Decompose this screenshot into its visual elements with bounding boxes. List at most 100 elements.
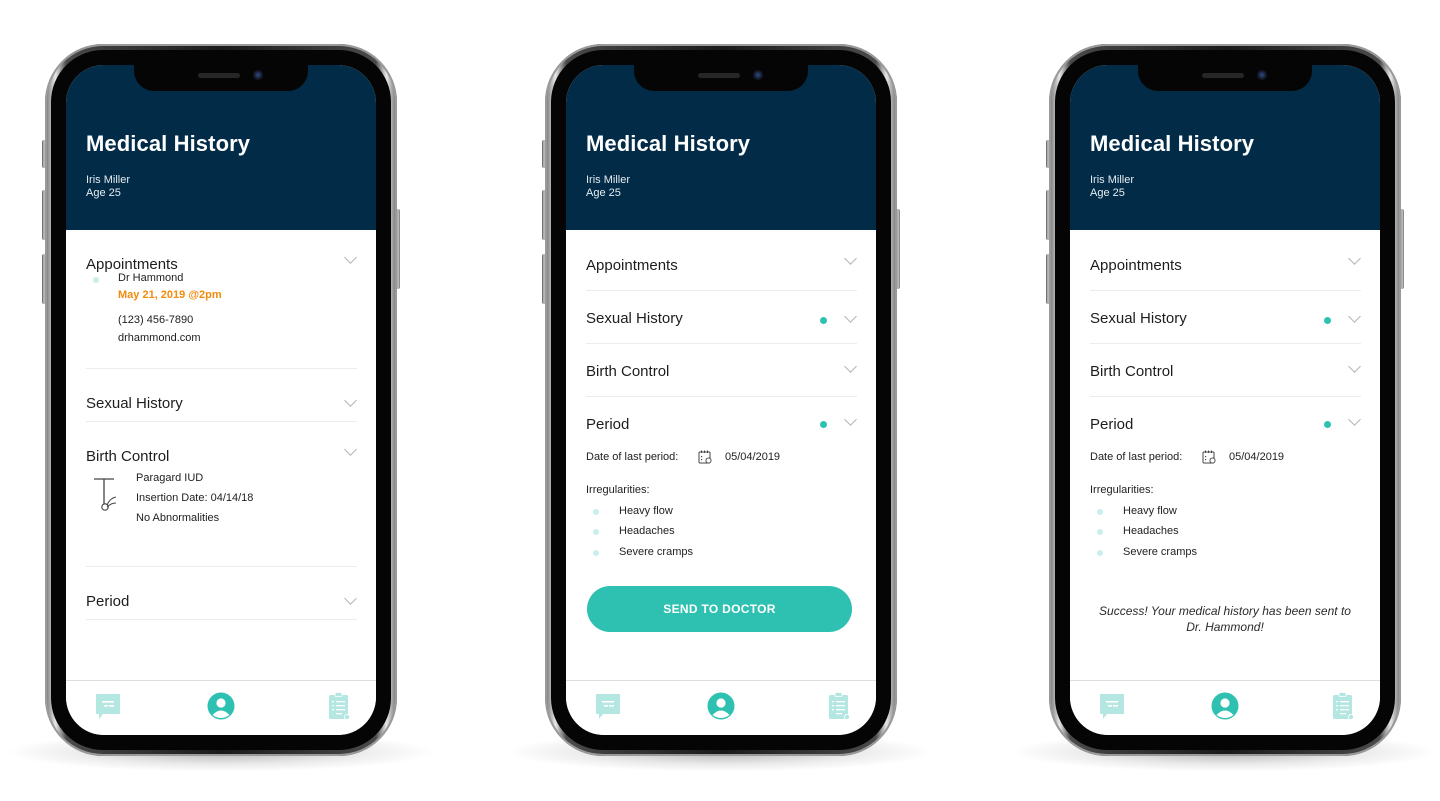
section-title: Period xyxy=(1090,416,1134,433)
patient-name: Iris Miller xyxy=(86,174,130,186)
tab-records[interactable] xyxy=(824,691,854,721)
section-header-period[interactable]: Period xyxy=(586,397,857,449)
page-title: Medical History xyxy=(1090,131,1255,156)
chevron-down-icon[interactable] xyxy=(345,448,355,458)
section-sexual-history: Sexual History xyxy=(586,291,857,344)
irregularities-label: Irregularities: xyxy=(586,484,650,496)
speaker xyxy=(198,73,240,78)
phone-mockup-1: Medical History Iris Miller Age 25 Appoi… xyxy=(5,44,437,772)
status-dot xyxy=(1324,317,1331,324)
section-appointments: Appointments xyxy=(1090,230,1361,291)
section-header-sexual-history[interactable]: Sexual History xyxy=(86,369,357,421)
calendar-icon[interactable] xyxy=(698,450,712,464)
section-header-period[interactable]: Period xyxy=(86,567,357,619)
section-title: Birth Control xyxy=(1090,363,1174,380)
chevron-down-icon[interactable] xyxy=(845,418,855,428)
appointment-doctor: Dr Hammond xyxy=(118,272,184,284)
chevron-down-icon[interactable] xyxy=(345,597,355,607)
calendar-icon[interactable] xyxy=(1202,450,1216,464)
section-title: Sexual History xyxy=(86,395,183,412)
section-header-appointments[interactable]: Appointments xyxy=(86,230,357,273)
section-header-birth-control[interactable]: Birth Control xyxy=(1090,344,1361,396)
tab-records[interactable] xyxy=(1328,691,1358,721)
notch xyxy=(134,65,308,91)
patient-name: Iris Miller xyxy=(586,174,630,186)
section-header-sexual-history[interactable]: Sexual History xyxy=(586,291,857,343)
status-dot xyxy=(1324,421,1331,428)
last-period-label: Date of last period: xyxy=(586,451,679,463)
accordion-list: Appointments Sexual History Birth Contro… xyxy=(1090,230,1361,607)
clipboard-icon xyxy=(329,692,350,720)
section-header-appointments[interactable]: Appointments xyxy=(586,230,857,290)
irregularity-text: Headaches xyxy=(1123,525,1179,537)
section-header-sexual-history[interactable]: Sexual History xyxy=(1090,291,1361,343)
irregularity-text: Heavy flow xyxy=(1123,505,1177,517)
tab-profile[interactable] xyxy=(206,691,236,721)
last-period-date[interactable]: 05/04/2019 xyxy=(725,451,780,463)
doctor-phone-link[interactable]: (123) 456-7890 xyxy=(118,314,193,326)
notch xyxy=(1138,65,1312,91)
patient-age: Age 25 xyxy=(1090,187,1125,199)
bullet-dot xyxy=(593,550,599,556)
chevron-down-icon[interactable] xyxy=(845,315,855,325)
section-birth-control: Birth Control xyxy=(586,344,857,397)
section-sexual-history: Sexual History xyxy=(1090,291,1361,344)
period-details: Date of last period: 05/04/2019 Irregula… xyxy=(1090,449,1361,607)
chevron-down-icon[interactable] xyxy=(845,365,855,375)
chat-icon xyxy=(596,694,620,719)
chevron-down-icon[interactable] xyxy=(845,257,855,267)
chevron-down-icon[interactable] xyxy=(345,399,355,409)
tab-profile[interactable] xyxy=(1210,691,1240,721)
section-birth-control: Birth Control Paragard IUD Insertion Dat… xyxy=(86,422,357,567)
speaker xyxy=(698,73,740,78)
app-screen-appointments: Medical History Iris Miller Age 25 Appoi… xyxy=(66,65,376,735)
accordion-list: Appointments Sexual History Birth Contro… xyxy=(586,230,857,607)
irregularities-label: Irregularities: xyxy=(1090,484,1154,496)
section-header-birth-control[interactable]: Birth Control xyxy=(586,344,857,396)
chevron-down-icon[interactable] xyxy=(1349,365,1359,375)
profile-icon xyxy=(207,692,235,720)
section-title: Appointments xyxy=(586,257,678,274)
insertion-date: Insertion Date: 04/14/18 xyxy=(136,492,254,504)
section-period: Period Date of last period: 05/04/2019 I… xyxy=(1090,397,1361,607)
section-header-period[interactable]: Period xyxy=(1090,397,1361,449)
profile-icon xyxy=(1211,692,1239,720)
status-dot xyxy=(820,421,827,428)
section-header-appointments[interactable]: Appointments xyxy=(1090,230,1361,290)
appointment-datetime: May 21, 2019 @2pm xyxy=(118,289,222,301)
section-title: Appointments xyxy=(86,256,178,273)
chat-icon xyxy=(96,694,120,719)
chevron-down-icon[interactable] xyxy=(345,256,355,266)
section-appointments: Appointments xyxy=(586,230,857,291)
irregularity-text: Heavy flow xyxy=(619,505,673,517)
front-camera xyxy=(753,70,763,80)
tab-profile[interactable] xyxy=(706,691,736,721)
patient-age: Age 25 xyxy=(86,187,121,199)
phone-mockup-3: Medical History Iris Miller Age 25 Appoi… xyxy=(1009,44,1440,772)
tab-messages[interactable] xyxy=(93,691,123,721)
app-screen-success: Medical History Iris Miller Age 25 Appoi… xyxy=(1070,65,1380,735)
doctor-website-link[interactable]: drhammond.com xyxy=(118,332,201,344)
app-screen-period: Medical History Iris Miller Age 25 Appoi… xyxy=(566,65,876,735)
section-title: Birth Control xyxy=(86,448,170,465)
last-period-date[interactable]: 05/04/2019 xyxy=(1229,451,1284,463)
chevron-down-icon[interactable] xyxy=(1349,418,1359,428)
page-title: Medical History xyxy=(86,131,251,156)
tab-messages[interactable] xyxy=(593,691,623,721)
last-period-label: Date of last period: xyxy=(1090,451,1183,463)
bullet-dot xyxy=(93,277,99,283)
bullet-dot xyxy=(1097,509,1103,515)
patient-age: Age 25 xyxy=(586,187,621,199)
chevron-down-icon[interactable] xyxy=(1349,257,1359,267)
bullet-dot xyxy=(1097,550,1103,556)
section-period: Period Date of last period: 05/04/2019 I… xyxy=(586,397,857,607)
section-birth-control: Birth Control xyxy=(1090,344,1361,397)
tab-records[interactable] xyxy=(324,691,354,721)
send-to-doctor-button[interactable]: SEND TO DOCTOR xyxy=(587,586,852,632)
section-header-birth-control[interactable]: Birth Control xyxy=(86,422,357,472)
accordion-list: Appointments Dr Hammond May 21, 2019 @2p… xyxy=(86,230,357,620)
patient-name: Iris Miller xyxy=(1090,174,1134,186)
tab-messages[interactable] xyxy=(1097,691,1127,721)
chevron-down-icon[interactable] xyxy=(1349,315,1359,325)
clipboard-icon xyxy=(1333,692,1354,720)
